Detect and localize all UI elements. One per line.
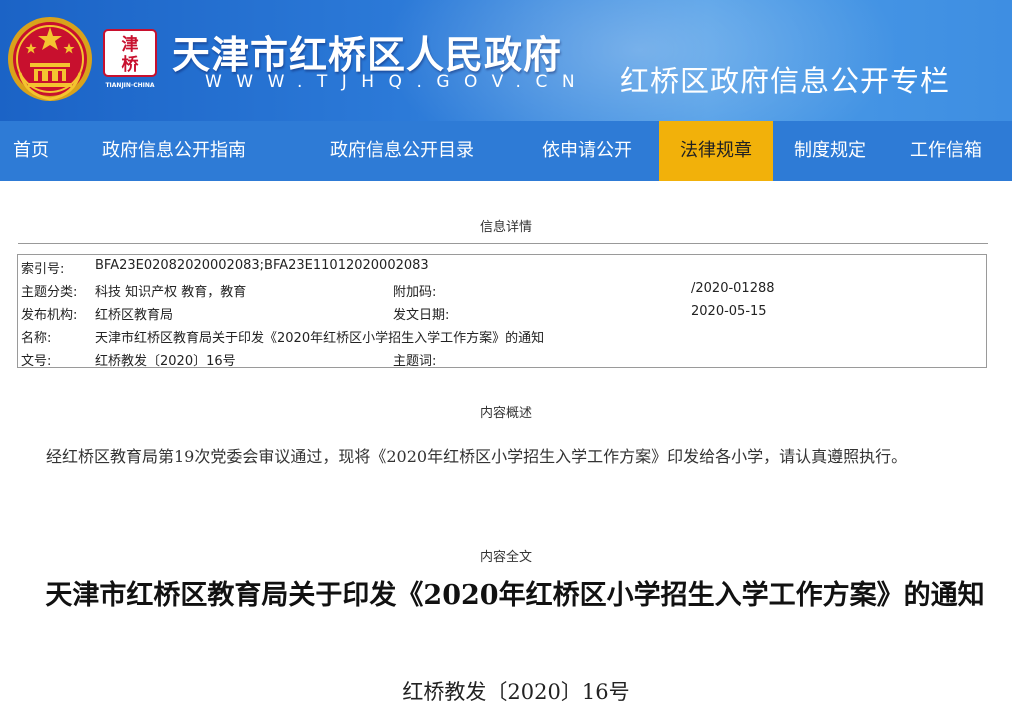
info-row-issuer: 发布机构: 红桥区教育局 发文日期: 2020-05-15: [18, 301, 986, 323]
info-row-name: 名称: 天津市红桥区教育局关于印发《2020年红桥区小学招生入学工作方案》的通知: [18, 324, 986, 346]
site-url: WWW.TJHQ.GOV.CN: [205, 72, 590, 92]
docno-value: 红桥教发〔2020〕16号: [95, 354, 236, 369]
info-row-category: 主题分类: 科技 知识产权 教育，教育 附加码: /2020-01288: [18, 278, 986, 300]
index-label: 索引号:: [21, 262, 65, 277]
site-title: 天津市红桥区人民政府: [172, 32, 563, 77]
tianjin-seal-logo: 津 桥 TIANJIN·CHINA: [103, 29, 157, 89]
svg-text:津: 津: [122, 34, 139, 55]
nav-item-rules[interactable]: 制度规定: [782, 121, 878, 181]
issuer-value: 红桥区教育局: [95, 308, 174, 323]
section-title: 红桥区政府信息公开专栏: [619, 64, 950, 98]
nav-item-mailbox[interactable]: 工作信箱: [898, 121, 994, 181]
attach-value: /2020-01288: [691, 281, 775, 296]
summary-section-label: 内容概述: [479, 406, 532, 421]
date-label: 发文日期:: [393, 308, 450, 323]
date-value: 2020-05-15: [691, 304, 767, 319]
nav-item-laws[interactable]: 法律规章: [659, 121, 773, 181]
index-value: BFA23E02082020002083;BFA23E1101202000208…: [95, 258, 429, 273]
issuer-label: 发布机构:: [21, 308, 78, 323]
summary-text: 经红桥区教育局第19次党委会审议通过，现将《2020年红桥区小学招生入学工作方案…: [46, 447, 908, 466]
keyword-label: 主题词:: [393, 354, 437, 369]
nav-item-apply[interactable]: 依申请公开: [530, 121, 644, 181]
category-label: 主题分类:: [21, 285, 78, 300]
nav-item-catalog[interactable]: 政府信息公开目录: [316, 121, 488, 181]
detail-section-label: 信息详情: [479, 220, 532, 235]
detail-divider: [18, 243, 988, 244]
info-row-index: 索引号: BFA23E02082020002083;BFA23E11012020…: [18, 255, 986, 277]
name-value: 天津市红桥区教育局关于印发《2020年红桥区小学招生入学工作方案》的通知: [95, 331, 545, 346]
attach-label: 附加码:: [393, 285, 437, 300]
docno-label: 文号:: [21, 354, 52, 369]
national-emblem-icon: [8, 17, 92, 101]
name-label: 名称:: [21, 331, 52, 346]
category-value: 科技 知识产权 教育，教育: [95, 285, 247, 300]
info-table: 索引号: BFA23E02082020002083;BFA23E11012020…: [17, 254, 987, 369]
nav-item-guide[interactable]: 政府信息公开指南: [88, 121, 260, 181]
main-nav: 首页 政府信息公开指南 政府信息公开目录 依申请公开 法律规章 制度规定 工作信…: [0, 121, 1012, 181]
svg-text:桥: 桥: [122, 55, 140, 75]
nav-item-home[interactable]: 首页: [0, 121, 62, 181]
info-row-docno: 文号: 红桥教发〔2020〕16号 主题词:: [18, 347, 986, 369]
site-header: 津 桥 TIANJIN·CHINA 天津市红桥区人民政府 WWW.TJHQ.GO…: [0, 0, 1012, 121]
document-title: 天津市红桥区教育局关于印发《2020年红桥区小学招生入学工作方案》的通知: [45, 580, 985, 611]
fulltext-section-label: 内容全文: [479, 550, 532, 565]
svg-text:TIANJIN·CHINA: TIANJIN·CHINA: [105, 82, 154, 89]
document-number: 红桥教发〔2020〕16号: [402, 680, 630, 704]
